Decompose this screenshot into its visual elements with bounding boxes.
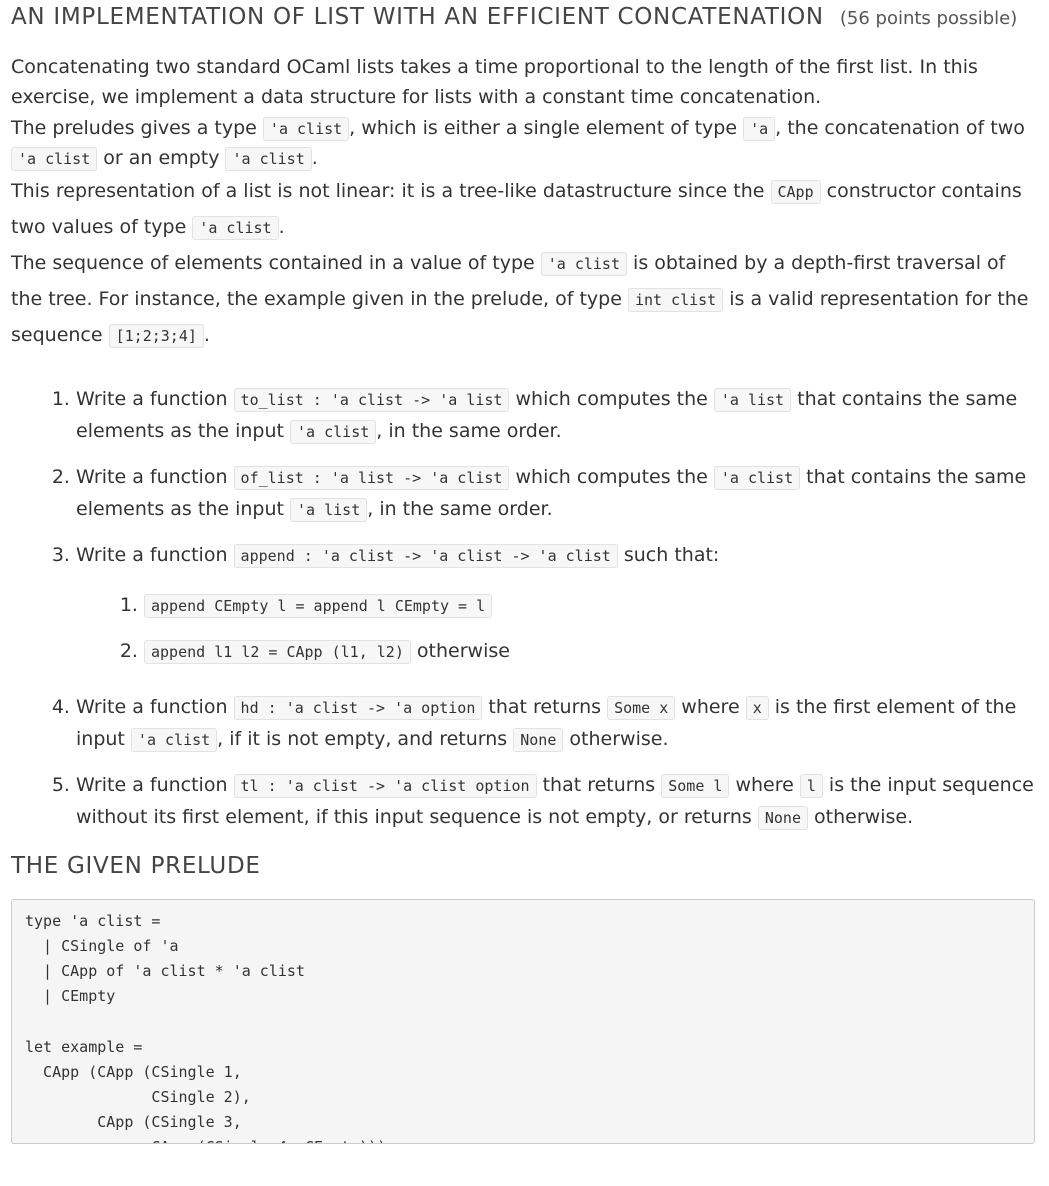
inline-code: append CEmpty l = append l CEmpty = l bbox=[144, 593, 493, 618]
text: otherwise. bbox=[808, 805, 914, 828]
inline-code: 'a clist bbox=[192, 215, 279, 240]
text: . bbox=[203, 323, 210, 346]
text: Write a function bbox=[76, 387, 234, 410]
prelude-type-paragraph: The preludes gives a type 'a clist, whic… bbox=[11, 113, 1035, 174]
points-possible: (56 points possible) bbox=[839, 8, 1018, 29]
inline-code: None bbox=[757, 805, 808, 830]
text: that returns bbox=[482, 695, 608, 718]
text: , the concatenation of two bbox=[775, 116, 1025, 139]
text: which computes the bbox=[509, 387, 714, 410]
text: This representation of a list is not lin… bbox=[11, 179, 771, 202]
intro-paragraph: Concatenating two standard OCaml lists t… bbox=[11, 52, 1035, 113]
task-item-to-list: Write a function to_list : 'a clist -> '… bbox=[76, 384, 1035, 448]
inline-code: of_list : 'a list -> 'a clist bbox=[233, 465, 510, 490]
inline-code: 'a bbox=[743, 116, 776, 141]
sequence-paragraph: The sequence of elements contained in a … bbox=[11, 246, 1035, 354]
inline-code: 'a clist bbox=[130, 727, 218, 752]
append-condition-item: append l1 l2 = CApp (l1, l2) otherwise bbox=[144, 636, 1035, 668]
inline-code: l bbox=[799, 773, 823, 798]
text: where bbox=[729, 773, 800, 796]
text: . bbox=[278, 215, 285, 238]
inline-code: 'a clist bbox=[713, 465, 801, 490]
inline-code: 'a clist bbox=[11, 147, 98, 172]
append-condition-item: append CEmpty l = append l CEmpty = l bbox=[144, 590, 1035, 622]
inline-code: CApp bbox=[770, 179, 821, 204]
inline-code: Some l bbox=[661, 773, 730, 798]
task-item-append: Write a function append : 'a clist -> 'a… bbox=[76, 540, 1035, 668]
text: Write a function bbox=[76, 773, 234, 796]
exercise-title-text: AN IMPLEMENTATION OF LIST WITH AN EFFICI… bbox=[11, 4, 824, 30]
text: that returns bbox=[536, 773, 662, 796]
append-conditions-list: append CEmpty l = append l CEmpty = l ap… bbox=[76, 590, 1035, 668]
inline-code: 'a clist bbox=[290, 419, 377, 444]
text: such that: bbox=[617, 543, 720, 566]
text: otherwise bbox=[410, 639, 510, 662]
inline-code: 'a list bbox=[713, 387, 792, 412]
exercise-page: AN IMPLEMENTATION OF LIST WITH AN EFFICI… bbox=[0, 0, 1049, 1144]
inline-code: None bbox=[513, 727, 564, 752]
text: . bbox=[311, 147, 318, 170]
inline-code: tl : 'a clist -> 'a clist option bbox=[233, 773, 537, 798]
task-item-hd: Write a function hd : 'a clist -> 'a opt… bbox=[76, 692, 1035, 756]
intro-text: Concatenating two standard OCaml lists t… bbox=[11, 56, 978, 109]
text: , in the same order. bbox=[376, 419, 562, 442]
inline-code: [1;2;3;4] bbox=[108, 323, 204, 348]
text: otherwise. bbox=[563, 727, 669, 750]
inline-code: Some x bbox=[607, 695, 676, 720]
task-item-tl: Write a function tl : 'a clist -> 'a cli… bbox=[76, 770, 1035, 834]
prelude-heading: THE GIVEN PRELUDE bbox=[11, 852, 261, 879]
inline-code: append l1 l2 = CApp (l1, l2) bbox=[144, 639, 411, 664]
inline-code: hd : 'a clist -> 'a option bbox=[233, 695, 483, 720]
text: Write a function bbox=[76, 543, 234, 566]
inline-code: 'a clist bbox=[225, 147, 312, 172]
text: Write a function bbox=[76, 695, 234, 718]
text: or an empty bbox=[97, 147, 226, 170]
task-item-of-list: Write a function of_list : 'a list -> 'a… bbox=[76, 462, 1035, 526]
prelude-code-block[interactable]: type 'a clist = | CSingle of 'a | CApp o… bbox=[11, 898, 1035, 1144]
inline-code: 'a list bbox=[290, 497, 368, 522]
text: The preludes gives a type bbox=[11, 116, 263, 139]
exercise-title: AN IMPLEMENTATION OF LIST WITH AN EFFICI… bbox=[11, 0, 1035, 35]
text: , which is either a single element of ty… bbox=[349, 116, 744, 139]
representation-paragraph: This representation of a list is not lin… bbox=[11, 174, 1035, 246]
inline-code: x bbox=[745, 695, 769, 720]
task-list: Write a function to_list : 'a clist -> '… bbox=[11, 384, 1035, 834]
text: , in the same order. bbox=[367, 497, 553, 520]
text: where bbox=[675, 695, 746, 718]
inline-code: int clist bbox=[627, 287, 724, 312]
inline-code: to_list : 'a clist -> 'a list bbox=[233, 387, 510, 412]
inline-code: 'a clist bbox=[262, 116, 350, 141]
text: Write a function bbox=[76, 465, 234, 488]
inline-code: append : 'a clist -> 'a clist -> 'a clis… bbox=[233, 543, 618, 568]
inline-code: 'a clist bbox=[540, 251, 627, 276]
text: , if it is not empty, and returns bbox=[217, 727, 514, 750]
text: The sequence of elements contained in a … bbox=[11, 251, 541, 274]
text: which computes the bbox=[509, 465, 714, 488]
